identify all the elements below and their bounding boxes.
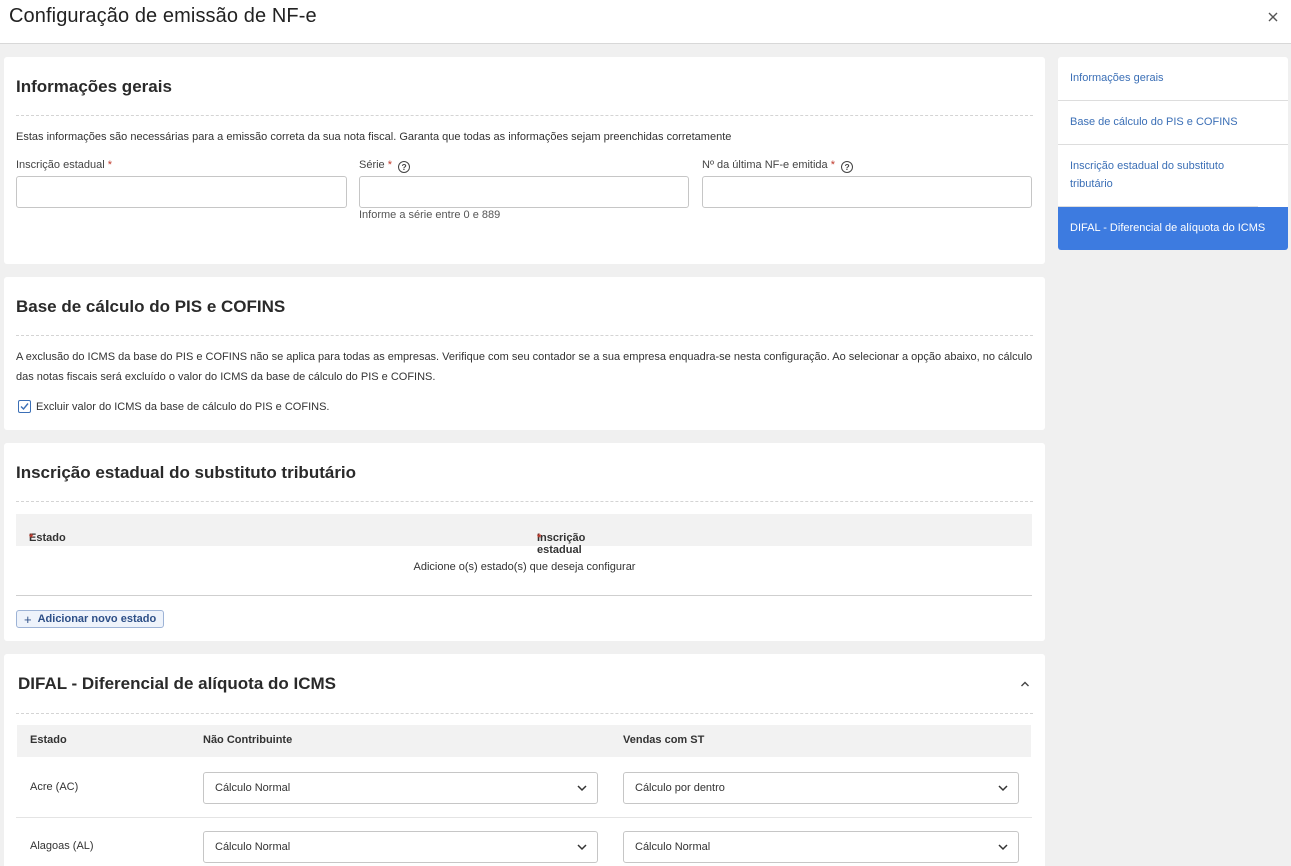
table-header: Estado Não Contribuinte Vendas com ST bbox=[17, 725, 1031, 757]
column-header-non-contributor: Não Contribuinte bbox=[203, 734, 293, 746]
row-state: Alagoas (AL) bbox=[30, 840, 94, 852]
section-title: Base de cálculo do PIS e COFINS bbox=[16, 297, 286, 316]
table-header: Estado * Inscrição estadual * bbox=[16, 514, 1032, 556]
section-title: DIFAL - Diferencial de alíquota do ICMS bbox=[18, 674, 337, 693]
plus-icon: + bbox=[24, 611, 32, 627]
non-contributor-select[interactable]: Cálculo Normal bbox=[203, 772, 598, 804]
nav-item-pis-cofins[interactable]: Base de cálculo do PIS e COFINS bbox=[1058, 101, 1288, 145]
check-icon bbox=[20, 403, 29, 411]
state-registration-input[interactable] bbox=[16, 176, 347, 208]
last-invoice-input[interactable] bbox=[702, 176, 1032, 208]
general-info-card: Informações gerais Estas informações são… bbox=[4, 57, 1045, 264]
required-marker: * bbox=[830, 159, 836, 171]
tax-substitute-card: Inscrição estadual do substituto tributá… bbox=[4, 443, 1045, 641]
nav-item-general-info[interactable]: Informações gerais bbox=[1058, 57, 1288, 101]
modal-title: Configuração de emissão de NF-e bbox=[9, 5, 317, 27]
chevron-down-icon bbox=[577, 785, 587, 792]
help-icon[interactable]: ? bbox=[398, 161, 411, 173]
non-contributor-select[interactable]: Cálculo Normal bbox=[203, 831, 598, 863]
chevron-up-icon[interactable] bbox=[1019, 678, 1031, 690]
required-marker: * bbox=[107, 159, 113, 171]
column-header-st-sales: Vendas com ST bbox=[623, 734, 705, 746]
section-title: Inscrição estadual do substituto tributá… bbox=[16, 463, 357, 482]
row-divider bbox=[16, 817, 1032, 818]
column-header-state: Estado bbox=[30, 734, 67, 746]
section-description: A exclusão do ICMS da base do PIS e COFI… bbox=[16, 351, 1033, 383]
divider bbox=[16, 501, 1033, 502]
nav-item-difal[interactable]: DIFAL - Diferencial de alíquota do ICMS bbox=[1058, 207, 1288, 250]
required-marker: * bbox=[29, 532, 34, 544]
required-marker: * bbox=[387, 159, 393, 171]
section-title: Informações gerais bbox=[16, 77, 172, 96]
chevron-down-icon bbox=[998, 844, 1008, 851]
required-marker: * bbox=[537, 532, 542, 544]
empty-table-message: Adicione o(s) estado(s) que deseja confi… bbox=[413, 561, 636, 573]
close-icon[interactable] bbox=[1265, 9, 1281, 25]
divider bbox=[16, 335, 1033, 336]
section-description: Estas informações são necessárias para a… bbox=[16, 131, 732, 143]
series-input[interactable] bbox=[359, 176, 689, 208]
st-sales-select[interactable]: Cálculo por dentro bbox=[623, 772, 1019, 804]
last-invoice-label: Nº da última NF-e emitida * ? bbox=[702, 159, 854, 173]
state-registration-label: Inscrição estadual * bbox=[16, 159, 113, 171]
nav-item-tax-substitute[interactable]: Inscrição estadual do substituto tributá… bbox=[1058, 145, 1258, 207]
difal-card: DIFAL - Diferencial de alíquota do ICMS … bbox=[4, 654, 1045, 866]
series-hint: Informe a série entre 0 e 889 bbox=[359, 209, 501, 221]
divider bbox=[16, 713, 1033, 714]
modal-header: Configuração de emissão de NF-e bbox=[0, 0, 1291, 44]
checkbox-label: Excluir valor do ICMS da base de cálculo… bbox=[36, 400, 330, 413]
row-state: Acre (AC) bbox=[30, 781, 79, 793]
section-navigation: Informações gerais Base de cálculo do PI… bbox=[1058, 57, 1288, 250]
exclude-icms-option[interactable]: Excluir valor do ICMS da base de cálculo… bbox=[18, 400, 329, 413]
exclude-icms-checkbox[interactable] bbox=[18, 400, 31, 413]
chevron-down-icon bbox=[998, 785, 1008, 792]
help-icon[interactable]: ? bbox=[841, 161, 854, 173]
chevron-down-icon bbox=[577, 844, 587, 851]
pis-cofins-card: Base de cálculo do PIS e COFINS A exclus… bbox=[4, 277, 1045, 430]
divider bbox=[16, 115, 1033, 116]
divider bbox=[16, 595, 1032, 596]
series-label: Série * ? bbox=[359, 159, 411, 173]
add-state-button[interactable]: + Adicionar novo estado bbox=[16, 610, 165, 628]
st-sales-select[interactable]: Cálculo Normal bbox=[623, 831, 1019, 863]
